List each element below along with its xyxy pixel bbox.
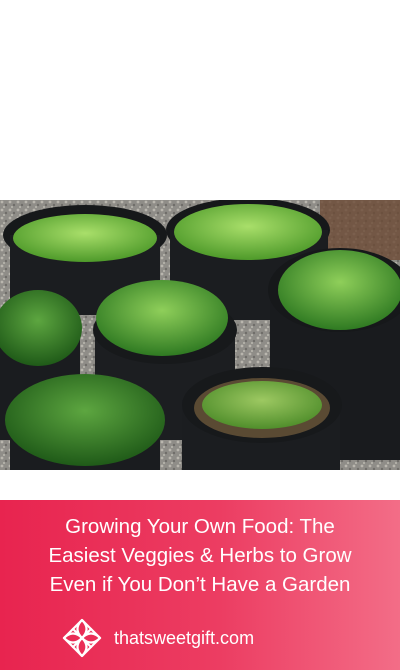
headline-line-2: Easiest Veggies & Herbs to Grow bbox=[48, 544, 352, 567]
headline: Growing Your Own Food: The Easiest Veggi… bbox=[14, 512, 386, 599]
photo-illustration bbox=[0, 200, 400, 470]
site-brand[interactable]: thatsweetgift.com bbox=[60, 616, 254, 660]
blank-header-area bbox=[0, 0, 400, 200]
headline-line-1: Growing Your Own Food: The bbox=[65, 515, 335, 538]
pin-card: Growing Your Own Food: The Easiest Veggi… bbox=[0, 0, 400, 670]
headline-line-3: Even if You Don’t Have a Garden bbox=[49, 573, 351, 596]
gift-ribbon-icon bbox=[62, 618, 102, 658]
title-banner: Growing Your Own Food: The Easiest Veggi… bbox=[0, 500, 400, 670]
potted-plants-photo[interactable] bbox=[0, 200, 400, 470]
site-url[interactable]: thatsweetgift.com bbox=[114, 628, 254, 649]
